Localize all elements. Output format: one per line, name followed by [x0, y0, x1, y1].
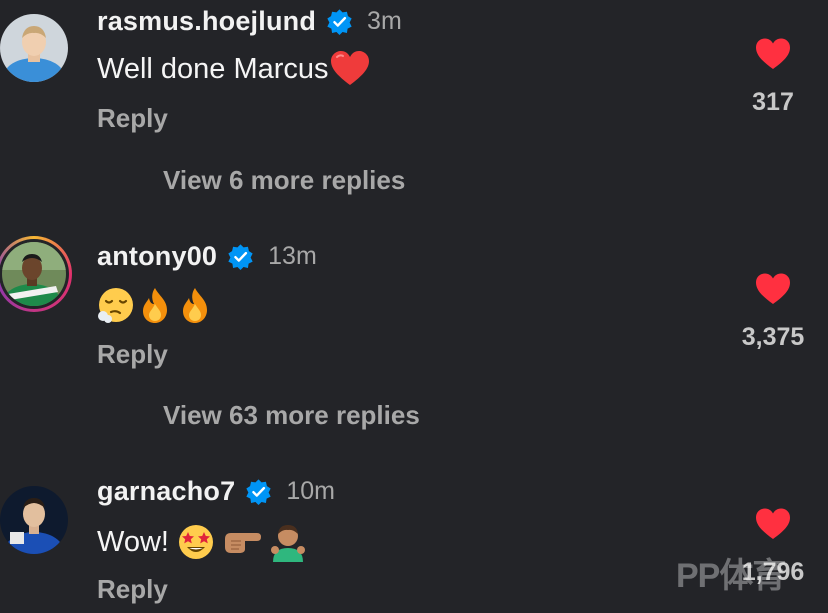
fire-emoji-icon	[143, 288, 167, 323]
view-more-replies[interactable]: View 6 more replies	[163, 165, 405, 196]
like-button[interactable]: 3,375	[713, 273, 828, 352]
watermark: PP体育	[676, 557, 786, 595]
like-count: 317	[752, 88, 794, 116]
username-row: rasmus.hoejlund 3m	[97, 3, 402, 39]
reply-button[interactable]: Reply	[97, 574, 168, 605]
timestamp: 13m	[268, 241, 317, 270]
comment-text: Well done Marcus	[97, 51, 370, 87]
comment-text: Wow!	[97, 522, 307, 562]
view-more-replies[interactable]: View 63 more replies	[163, 400, 420, 431]
username[interactable]: garnacho7	[97, 476, 235, 507]
comment-text-content: Well done Marcus	[97, 52, 329, 85]
verified-badge-icon	[246, 478, 271, 505]
exhaling-face-emoji-icon	[98, 288, 133, 323]
heart-icon[interactable]	[755, 273, 791, 305]
heart-icon[interactable]	[755, 508, 791, 540]
fire-emoji-icon	[183, 288, 207, 323]
username[interactable]: antony00	[97, 241, 217, 272]
like-count: 3,375	[741, 323, 805, 351]
man-gesturing-ok-emoji-icon	[270, 525, 305, 562]
avatar[interactable]	[0, 14, 68, 82]
reply-button[interactable]: Reply	[97, 339, 168, 370]
red-heart-emoji-icon	[330, 51, 369, 85]
reply-button[interactable]: Reply	[97, 103, 168, 134]
username-row: antony00 13m	[97, 238, 317, 274]
avatar[interactable]	[2, 242, 66, 306]
like-button[interactable]: 317	[713, 38, 828, 117]
avatar[interactable]	[0, 486, 68, 554]
star-struck-emoji-icon	[178, 525, 213, 559]
comment-text-content: Wow!	[97, 525, 169, 558]
timestamp: 3m	[367, 6, 402, 35]
verified-badge-icon	[327, 8, 352, 35]
timestamp: 10m	[286, 476, 335, 505]
story-ring[interactable]	[0, 236, 72, 312]
verified-badge-icon	[228, 243, 253, 270]
username[interactable]: rasmus.hoejlund	[97, 6, 316, 37]
pointing-right-emoji-icon	[224, 533, 261, 553]
username-row: garnacho7 10m	[97, 473, 335, 509]
heart-icon[interactable]	[755, 38, 791, 70]
comment-text	[97, 286, 213, 324]
